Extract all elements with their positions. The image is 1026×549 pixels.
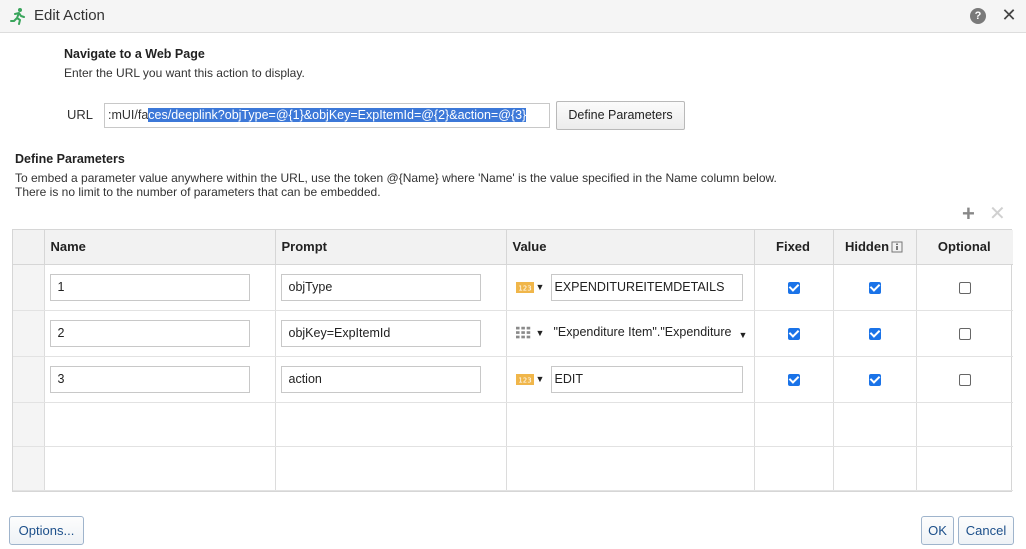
hidden-cell — [833, 264, 917, 311]
hidden-checkbox[interactable] — [868, 373, 881, 386]
table-row[interactable]: 2 objKey=ExpItemId ▼ "Expenditure Item".… — [13, 310, 1013, 357]
description-line-2: There is no limit to the number of param… — [15, 185, 381, 199]
hidden-header-label: Hidden — [844, 239, 890, 255]
type-dropdown-icon[interactable]: ▼ — [536, 374, 545, 384]
info-icon — [891, 241, 903, 253]
prompt-input[interactable]: objKey=ExpItemId — [280, 319, 481, 347]
hidden-cell — [833, 310, 917, 357]
empty-table-row — [13, 402, 1013, 447]
svg-text:123: 123 — [518, 376, 531, 384]
column-header-value: Value — [506, 230, 755, 265]
prompt-cell: action — [275, 356, 507, 403]
prompt-cell: objKey=ExpItemId — [275, 310, 507, 357]
name-input[interactable]: 1 — [49, 273, 250, 301]
row-selector — [13, 402, 45, 447]
optional-cell — [916, 264, 1013, 311]
fixed-cell — [754, 310, 834, 357]
define-parameters-button[interactable]: Define Parameters — [556, 101, 685, 130]
fixed-checkbox[interactable] — [787, 373, 800, 386]
value-cell: ▼ "Expenditure Item"."Expenditure ▼ — [506, 310, 755, 357]
fixed-checkbox[interactable] — [787, 281, 800, 294]
prompt-input[interactable]: objType — [280, 273, 481, 301]
delete-parameter-icon[interactable]: ✕ — [989, 204, 1006, 224]
help-icon[interactable]: ? — [970, 8, 986, 24]
row-selector[interactable] — [13, 310, 45, 357]
value-cell: 123 ▼ EXPENDITUREITEMDETAILS — [506, 264, 755, 311]
numeric-type-icon[interactable]: 123 — [515, 373, 534, 385]
fixed-cell — [754, 264, 834, 311]
table-row[interactable]: 3 action 123 ▼ EDIT — [13, 356, 1013, 403]
ok-button[interactable]: OK — [921, 516, 954, 545]
empty-table-row — [13, 446, 1013, 491]
name-input[interactable]: 3 — [49, 365, 250, 393]
hidden-checkbox[interactable] — [868, 281, 881, 294]
name-cell: 2 — [44, 310, 276, 357]
name-input[interactable]: 2 — [49, 319, 250, 347]
value-cell: 123 ▼ EDIT — [506, 356, 755, 403]
cancel-button[interactable]: Cancel — [958, 516, 1014, 545]
close-icon[interactable]: ✕ — [1000, 5, 1018, 25]
type-dropdown-icon[interactable]: ▼ — [536, 328, 545, 338]
hidden-cell — [833, 356, 917, 403]
value-input[interactable]: EDIT — [550, 365, 743, 393]
url-selected-text: ces/deeplink?objType=@{1}&objKey=ExpItem… — [148, 108, 527, 122]
fixed-checkbox[interactable] — [787, 327, 800, 340]
type-dropdown-icon[interactable]: ▼ — [536, 282, 545, 292]
svg-text:123: 123 — [518, 284, 531, 292]
numeric-type-icon[interactable]: 123 — [515, 281, 534, 293]
optional-checkbox[interactable] — [958, 281, 971, 294]
url-label: URL — [67, 107, 94, 122]
optional-cell — [916, 356, 1013, 403]
define-parameters-description: To embed a parameter value anywhere with… — [15, 171, 915, 199]
fixed-cell — [754, 356, 834, 403]
dialog-titlebar: Edit Action ? ✕ — [0, 0, 1026, 33]
value-input[interactable]: EXPENDITUREITEMDETAILS — [550, 273, 743, 301]
row-selector-header — [13, 230, 45, 265]
optional-checkbox[interactable] — [958, 327, 971, 340]
column-header-optional: Optional — [916, 230, 1013, 265]
name-cell: 1 — [44, 264, 276, 311]
name-cell: 3 — [44, 356, 276, 403]
dialog-title: Edit Action — [34, 7, 105, 24]
navigate-heading: Navigate to a Web Page — [64, 47, 205, 61]
table-header-row: Name Prompt Value Fixed Hidden Optional — [13, 230, 1013, 265]
row-selector[interactable] — [13, 264, 45, 311]
running-man-icon — [10, 8, 25, 25]
column-header-fixed: Fixed — [754, 230, 834, 265]
value-dropdown-icon[interactable]: ▼ — [739, 330, 748, 340]
prompt-cell: objType — [275, 264, 507, 311]
value-input[interactable]: "Expenditure Item"."Expenditure — [550, 319, 743, 347]
description-line-1: To embed a parameter value anywhere with… — [15, 171, 777, 185]
define-parameters-heading: Define Parameters — [15, 152, 125, 166]
column-header-name: Name — [44, 230, 276, 265]
optional-checkbox[interactable] — [958, 373, 971, 386]
add-parameter-icon[interactable]: + — [962, 203, 975, 225]
table-row[interactable]: 1 objType 123 ▼ EXPENDITUREITEMDETAILS — [13, 264, 1013, 311]
column-type-icon[interactable] — [515, 326, 532, 340]
hidden-checkbox[interactable] — [868, 327, 881, 340]
navigate-description: Enter the URL you want this action to di… — [64, 66, 305, 80]
column-header-prompt: Prompt — [275, 230, 507, 265]
column-header-hidden: Hidden — [833, 230, 917, 265]
url-input[interactable]: :mUI/faces/deeplink?objType=@{1}&objKey=… — [104, 103, 550, 128]
prompt-input[interactable]: action — [280, 365, 481, 393]
row-selector[interactable] — [13, 356, 45, 403]
parameters-table: Name Prompt Value Fixed Hidden Optional … — [12, 229, 1013, 492]
row-selector — [13, 446, 45, 491]
url-prefix: :mUI/fa — [108, 108, 149, 122]
optional-cell — [916, 310, 1013, 357]
options-button[interactable]: Options... — [9, 516, 84, 545]
